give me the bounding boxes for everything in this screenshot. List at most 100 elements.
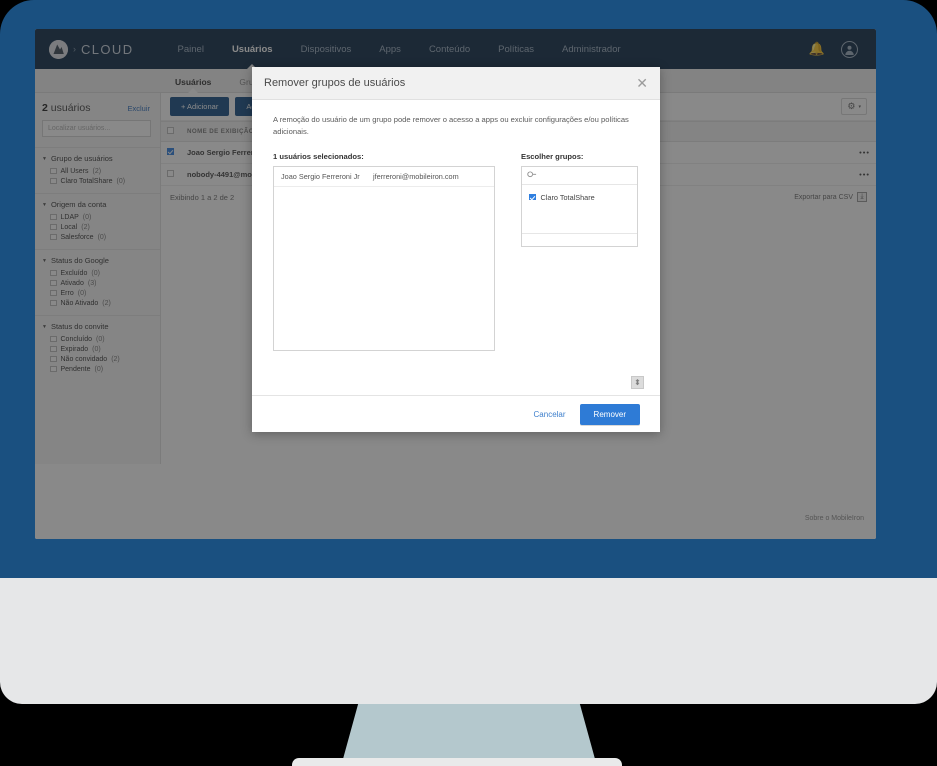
- selected-users-label: 1 usuários selecionados:: [273, 151, 364, 161]
- facet-option-erro[interactable]: Erro (0): [42, 288, 153, 298]
- checkbox-icon[interactable]: [50, 167, 57, 175]
- facet-option-ldap[interactable]: LDAP (0): [42, 212, 153, 222]
- facet-status-do-google: ▼ Status do Google Excluído (0) Ativado …: [35, 249, 160, 315]
- checkbox-icon[interactable]: [50, 365, 57, 373]
- checkbox-icon[interactable]: [167, 148, 174, 155]
- facet-label: Status do Google: [50, 256, 109, 265]
- remove-user-groups-dialog: Remover grupos de usuários ✕ A remoção d…: [252, 67, 660, 432]
- facet-option-local[interactable]: Local (2): [42, 222, 153, 232]
- groups-search-row[interactable]: [522, 167, 637, 185]
- facet-option-count: (0): [116, 177, 126, 185]
- user-avatar-icon[interactable]: [841, 40, 858, 58]
- facet-title[interactable]: ▼ Origem da conta: [42, 200, 153, 209]
- top-navigation-bar: › CLOUD Painel Usuários Dispositivos App…: [35, 29, 876, 69]
- checkbox-icon[interactable]: [50, 269, 57, 277]
- group-item-claro-totalshare[interactable]: Claro TotalShare: [529, 193, 630, 202]
- export-csv-label: Exportar para CSV: [794, 193, 853, 201]
- user-count-number: 2: [42, 102, 48, 114]
- facet-option-concluido[interactable]: Concluído (0): [42, 334, 153, 344]
- selected-users-column: 1 usuários selecionados: Joao Sergio Fer…: [273, 152, 495, 351]
- checkbox-icon[interactable]: [167, 170, 174, 177]
- checkbox-icon[interactable]: [50, 299, 57, 307]
- facet-title[interactable]: ▼ Status do Google: [42, 256, 153, 265]
- nav-right-actions: 🔔: [809, 40, 862, 58]
- checkbox-icon[interactable]: [167, 127, 174, 134]
- brand-logo[interactable]: › CLOUD: [49, 39, 134, 59]
- facet-option-nao-convidado[interactable]: Não convidado (2): [42, 354, 153, 364]
- dialog-header: Remover grupos de usuários ✕: [252, 67, 660, 100]
- selected-user-name: Joao Sergio Ferreroni Jr: [281, 171, 360, 181]
- notification-bell-icon[interactable]: 🔔: [809, 41, 825, 57]
- remove-button[interactable]: Remover: [579, 403, 640, 425]
- facet-option-claro-totalshare[interactable]: Claro TotalShare (0): [42, 176, 153, 186]
- brand-name: CLOUD: [81, 41, 134, 57]
- choose-groups-column: Escolher grupos: Claro TotalShare: [521, 152, 638, 351]
- row-checkbox-cell[interactable]: [161, 163, 181, 186]
- checkbox-icon[interactable]: [50, 233, 57, 241]
- checkbox-icon[interactable]: [50, 223, 57, 231]
- facet-option-salesforce[interactable]: Salesforce (0): [42, 232, 153, 242]
- nav-item-usuarios[interactable]: Usuários: [218, 29, 287, 69]
- facet-option-count: (0): [91, 269, 100, 277]
- settings-gear-button[interactable]: ⚙ ▾: [841, 98, 867, 115]
- facet-option-label: Ativado: [60, 279, 84, 287]
- checkbox-icon[interactable]: [50, 289, 57, 297]
- mobileiron-logo-icon: [49, 39, 68, 59]
- dialog-description: A remoção do usuário de um grupo pode re…: [273, 115, 629, 136]
- selected-users-listbox: Joao Sergio Ferreroni Jr jferreroni@mobi…: [273, 165, 495, 351]
- checkbox-icon[interactable]: [50, 335, 57, 343]
- facet-option-label: Excluído: [60, 269, 88, 277]
- user-count: 2 usuários: [42, 102, 90, 114]
- facet-option-all-users[interactable]: All Users (2): [42, 166, 153, 176]
- nav-item-painel[interactable]: Painel: [164, 29, 218, 69]
- checkbox-icon[interactable]: [50, 279, 57, 287]
- row-more-actions-icon[interactable]: •••: [846, 163, 876, 186]
- facet-option-count: (0): [77, 289, 87, 297]
- delete-link[interactable]: Excluir: [127, 104, 150, 113]
- checkbox-icon[interactable]: [50, 177, 57, 185]
- about-link[interactable]: Sobre o MobileIron: [805, 515, 864, 522]
- row-checkbox-cell[interactable]: [161, 141, 181, 164]
- checkbox-icon[interactable]: [50, 355, 57, 363]
- nav-item-conteudo[interactable]: Conteúdo: [415, 29, 484, 69]
- choose-groups-label: Escolher grupos:: [521, 151, 584, 161]
- facet-option-count: (0): [96, 335, 105, 343]
- column-select-all: [161, 121, 181, 142]
- nav-item-dispositivos[interactable]: Dispositivos: [287, 29, 366, 69]
- checkbox-icon[interactable]: [50, 345, 57, 353]
- facet-option-expirado[interactable]: Expirado (0): [42, 344, 153, 354]
- nav-item-administrador[interactable]: Administrador: [548, 29, 635, 69]
- row-more-actions-icon[interactable]: •••: [846, 141, 876, 164]
- sidebar-search-input[interactable]: Localizar usuários...: [42, 120, 151, 137]
- export-csv-link[interactable]: Exportar para CSV ⤓: [794, 192, 867, 202]
- facet-option-ativado[interactable]: Ativado (3): [42, 278, 153, 288]
- nav-item-politicas[interactable]: Políticas: [484, 29, 548, 69]
- checkbox-icon[interactable]: [529, 193, 536, 201]
- tab-usuarios[interactable]: Usuários: [161, 77, 225, 92]
- facet-option-count: (2): [81, 223, 90, 231]
- groups-search-input[interactable]: [540, 170, 631, 180]
- cancel-button[interactable]: Cancelar: [534, 410, 566, 419]
- facet-title[interactable]: ▼ Status do convite: [42, 322, 153, 331]
- facet-grupo-de-usuarios: ▼ Grupo de usuários All Users (2) Claro …: [35, 147, 160, 193]
- facet-option-label: Não convidado: [60, 355, 108, 363]
- facet-option-excluido[interactable]: Excluído (0): [42, 268, 153, 278]
- column-actions: [846, 121, 876, 142]
- nav-item-apps[interactable]: Apps: [365, 29, 415, 69]
- facet-option-count: (2): [102, 299, 111, 307]
- facet-status-do-convite: ▼ Status do convite Concluído (0) Expira…: [35, 315, 160, 381]
- dialog-footer: Cancelar Remover: [252, 395, 660, 432]
- resize-handle-icon[interactable]: ⬍: [631, 376, 644, 389]
- dialog-body: A remoção do usuário de um grupo pode re…: [252, 100, 660, 351]
- close-icon[interactable]: ✕: [636, 76, 648, 90]
- facet-origem-da-conta: ▼ Origem da conta LDAP (0) Local (2) Sal…: [35, 193, 160, 249]
- facet-option-nao-ativado[interactable]: Não Ativado (2): [42, 298, 153, 308]
- facet-option-label: Não Ativado: [60, 299, 99, 307]
- facet-option-pendente[interactable]: Pendente (0): [42, 364, 153, 374]
- app-screen: › CLOUD Painel Usuários Dispositivos App…: [35, 29, 876, 539]
- add-user-button[interactable]: + Adicionar: [170, 97, 230, 116]
- facet-option-label: LDAP: [60, 213, 79, 221]
- checkbox-icon[interactable]: [50, 213, 57, 221]
- facet-option-count: (0): [92, 345, 101, 353]
- facet-title[interactable]: ▼ Grupo de usuários: [42, 154, 153, 163]
